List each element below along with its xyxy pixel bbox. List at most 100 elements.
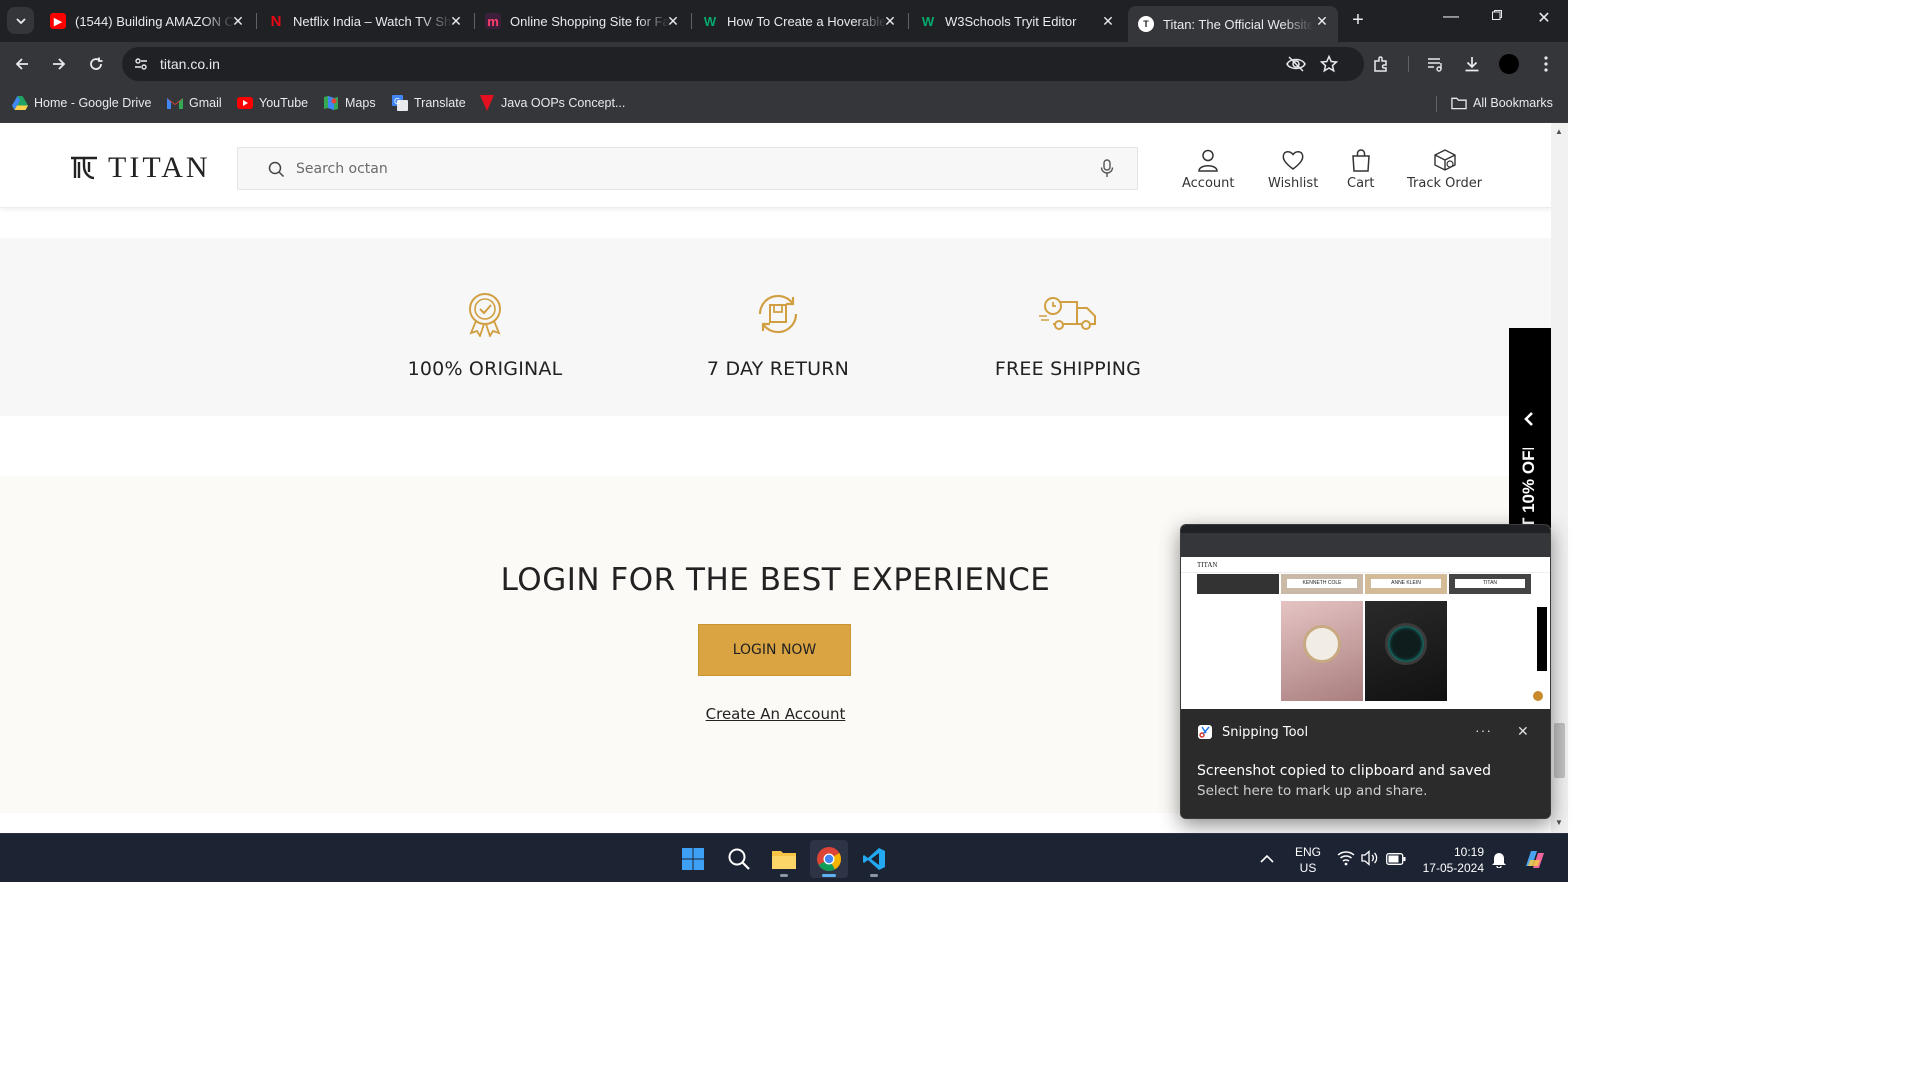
- close-tab-icon[interactable]: ✕: [1100, 13, 1116, 29]
- close-tab-icon[interactable]: ✕: [665, 13, 681, 29]
- cart-button[interactable]: Cart: [1347, 148, 1375, 191]
- profile-avatar[interactable]: [1499, 54, 1519, 74]
- vscode-taskbar-button[interactable]: [855, 840, 893, 878]
- bookmark-label: Maps: [345, 96, 376, 110]
- track-order-button[interactable]: Track Order: [1407, 148, 1482, 191]
- volume-icon[interactable]: [1361, 850, 1379, 871]
- chrome-taskbar-button[interactable]: [810, 840, 848, 878]
- restore-icon: [1492, 10, 1502, 20]
- reload-button[interactable]: [84, 52, 108, 76]
- notification-bell-icon[interactable]: [1491, 850, 1507, 873]
- file-explorer-button[interactable]: [765, 840, 803, 878]
- tab-separator: [256, 13, 257, 29]
- tab-youtube[interactable]: ▶ (1544) Building AMAZON CLONE ✕: [40, 6, 254, 36]
- address-bar[interactable]: titan.co.in: [122, 47, 1364, 81]
- system-clock[interactable]: 10:19 17-05-2024: [1412, 844, 1484, 876]
- input-language[interactable]: ENG US: [1293, 844, 1323, 876]
- browser-toolbar: titan.co.in: [0, 42, 1568, 86]
- javatpoint-icon: [479, 95, 495, 111]
- snipping-tool-notification[interactable]: TITAN KENNETH COLE ANNE KLEIN TITAN Snip…: [1180, 524, 1551, 819]
- windows-icon: [682, 848, 704, 870]
- media-queue-icon[interactable]: [1425, 54, 1445, 74]
- netflix-icon: N: [270, 12, 282, 30]
- tab-hoverable-dropdown[interactable]: W How To Create a Hoverable Dropdown ✕: [692, 6, 906, 36]
- titan-logo[interactable]: TITAN: [70, 151, 211, 185]
- all-bookmarks-label: All Bookmarks: [1473, 96, 1553, 110]
- badge-icon: [464, 288, 506, 340]
- page-scrollbar[interactable]: ▲ ▼: [1551, 123, 1568, 833]
- folder-icon: [1451, 95, 1467, 111]
- back-button[interactable]: [10, 52, 34, 76]
- bookmarks-divider: [1436, 96, 1437, 112]
- close-tab-icon[interactable]: ✕: [230, 13, 246, 29]
- tab-titan-active[interactable]: T Titan: The Official Website ✕: [1128, 6, 1338, 42]
- new-tab-button[interactable]: +: [1348, 10, 1368, 30]
- youtube-icon: [237, 95, 253, 111]
- close-window-button[interactable]: ✕: [1524, 8, 1564, 28]
- toast-close-icon[interactable]: ✕: [1517, 723, 1529, 740]
- toast-more-icon[interactable]: ···: [1475, 722, 1492, 738]
- battery-icon[interactable]: [1386, 852, 1406, 870]
- lang-code: ENG: [1294, 845, 1321, 859]
- feature-shipping: FREE SHIPPING: [938, 288, 1198, 380]
- drive-icon: [12, 95, 28, 111]
- youtube-icon: ▶: [50, 13, 66, 29]
- browser-tab-strip: ▶ (1544) Building AMAZON CLONE ✕ N Netfl…: [0, 0, 1568, 42]
- forward-button[interactable]: [47, 52, 71, 76]
- taskbar-search-button[interactable]: [720, 840, 758, 878]
- close-tab-icon[interactable]: ✕: [448, 13, 464, 29]
- login-now-button[interactable]: LOGIN NOW: [698, 624, 851, 676]
- minimize-button[interactable]: —: [1431, 8, 1471, 26]
- wishlist-button[interactable]: Wishlist: [1268, 148, 1318, 191]
- tab-w3schools-tryit[interactable]: W W3Schools Tryit Editor ✕: [910, 6, 1124, 36]
- bookmark-gmail[interactable]: Gmail: [167, 95, 222, 111]
- tab-search-button[interactable]: [7, 7, 34, 34]
- bookmark-youtube[interactable]: YouTube: [237, 95, 308, 111]
- account-label: Account: [1182, 176, 1235, 191]
- wifi-icon[interactable]: [1337, 850, 1355, 871]
- account-button[interactable]: Account: [1182, 148, 1235, 191]
- maps-icon: [323, 95, 339, 111]
- menu-kebab-icon[interactable]: [1536, 54, 1556, 74]
- all-bookmarks-button[interactable]: All Bookmarks: [1451, 95, 1553, 111]
- tab-title: (1544) Building AMAZON CLONE: [75, 13, 235, 29]
- toast-body[interactable]: Snipping Tool ··· ✕ Screenshot copied to…: [1181, 709, 1550, 818]
- logo-wordmark: TITAN: [108, 151, 211, 184]
- copilot-icon[interactable]: [1522, 846, 1548, 877]
- bookmark-label: YouTube: [259, 96, 309, 110]
- scroll-up-icon[interactable]: ▲: [1555, 127, 1563, 136]
- tab-title: W3Schools Tryit Editor: [945, 13, 1077, 29]
- titan-icon: T: [1138, 16, 1154, 32]
- scroll-down-icon[interactable]: ▼: [1555, 818, 1563, 827]
- bookmark-label: Gmail: [189, 96, 222, 110]
- arrow-right-icon: [53, 58, 66, 70]
- download-icon[interactable]: [1462, 54, 1482, 74]
- screenshot-thumbnail[interactable]: TITAN KENNETH COLE ANNE KLEIN TITAN: [1181, 525, 1550, 709]
- bookmark-maps[interactable]: Maps: [323, 95, 376, 111]
- restore-button[interactable]: [1477, 8, 1517, 26]
- thumb-watch-card: [1365, 601, 1447, 701]
- start-button[interactable]: [674, 840, 712, 878]
- create-account-link[interactable]: Create An Account: [706, 705, 846, 723]
- microphone-icon[interactable]: [1100, 159, 1114, 178]
- toast-app-name: Snipping Tool: [1222, 724, 1309, 740]
- vscode-icon: [863, 848, 885, 870]
- chevron-left-icon[interactable]: [1522, 412, 1536, 426]
- bookmark-java-oops[interactable]: Java OOPs Concept...: [479, 95, 625, 111]
- close-tab-icon[interactable]: ✕: [882, 13, 898, 29]
- lang-region: US: [1299, 861, 1317, 875]
- search-input[interactable]: [296, 158, 1076, 180]
- folder-icon: [772, 851, 796, 869]
- bookmark-google-drive[interactable]: Home - Google Drive: [12, 95, 151, 111]
- scrollbar-thumb[interactable]: [1554, 723, 1565, 778]
- close-tab-icon[interactable]: ✕: [1314, 13, 1330, 29]
- tab-netflix[interactable]: N Netflix India – Watch TV Shows ✕: [258, 6, 472, 36]
- promo-side-tab[interactable]: T 10% OFF: [1509, 328, 1551, 528]
- tab-myntra[interactable]: m Online Shopping Site for Fashion ✕: [475, 6, 689, 36]
- bookmark-label: Home - Google Drive: [34, 96, 152, 110]
- thumb-label: ANNE KLEIN: [1371, 579, 1441, 588]
- tray-overflow-icon[interactable]: [1260, 851, 1274, 869]
- titan-logo-icon: [71, 156, 97, 180]
- bookmark-translate[interactable]: G Translate: [392, 95, 466, 111]
- extensions-icon[interactable]: [1371, 54, 1391, 74]
